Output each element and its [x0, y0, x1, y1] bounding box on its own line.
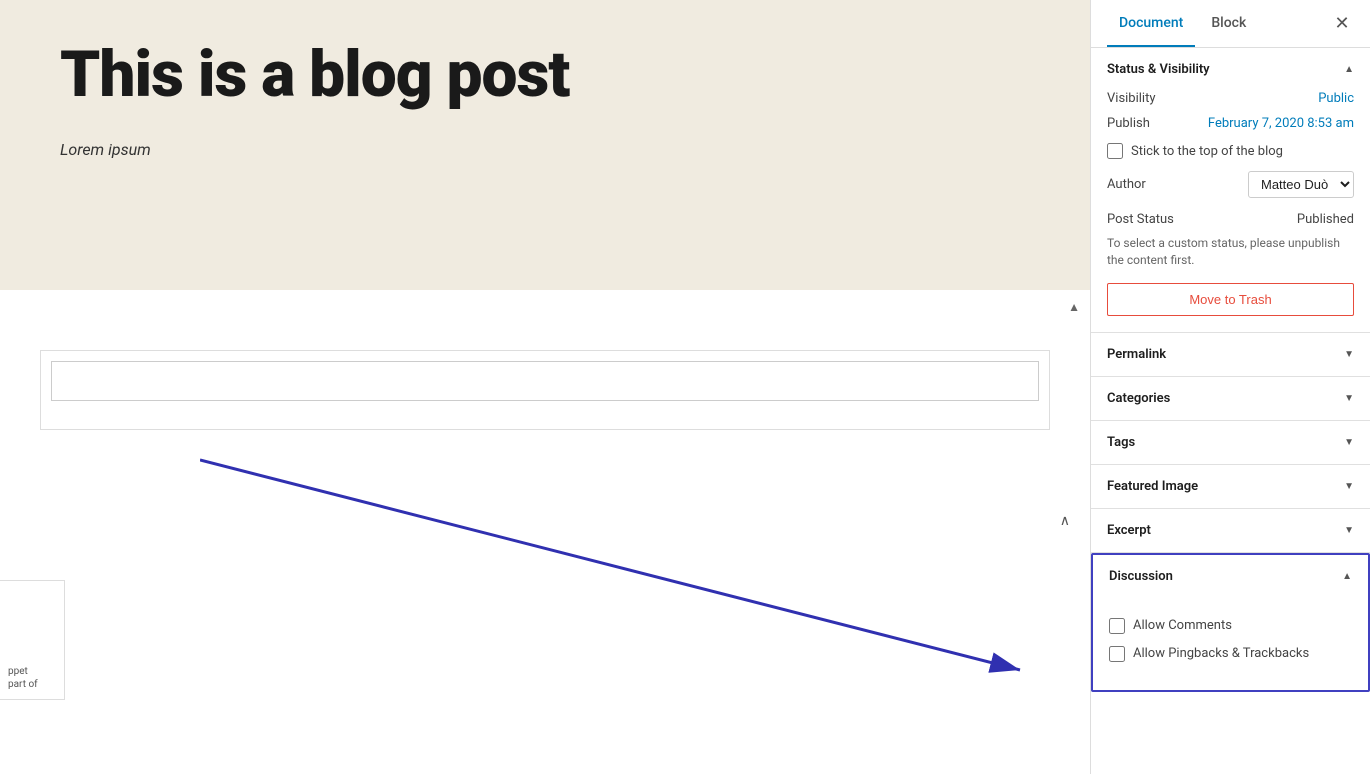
categories-section: Categories ▼: [1091, 377, 1370, 421]
publish-row: Publish February 7, 2020 8:53 am: [1107, 116, 1354, 131]
publish-label: Publish: [1107, 116, 1150, 131]
move-to-trash-button[interactable]: Move to Trash: [1107, 283, 1354, 316]
tags-section: Tags ▼: [1091, 421, 1370, 465]
excerpt-title: Excerpt: [1107, 523, 1151, 538]
status-visibility-content: Visibility Public Publish February 7, 20…: [1091, 91, 1370, 332]
allow-pingbacks-row: Allow Pingbacks & Trackbacks: [1109, 646, 1352, 662]
categories-title: Categories: [1107, 391, 1170, 406]
sidebar-stub: ppet part of: [0, 580, 65, 700]
featured-image-title: Featured Image: [1107, 479, 1198, 494]
stick-to-top-row: Stick to the top of the blog: [1107, 143, 1354, 159]
panel-tabs: Document Block ✕: [1091, 0, 1370, 48]
status-visibility-header[interactable]: Status & Visibility ▲: [1091, 48, 1370, 91]
collapse-arrow-top-icon[interactable]: ▲: [1068, 300, 1080, 314]
permalink-header[interactable]: Permalink ▼: [1091, 333, 1370, 376]
status-visibility-chevron-icon: ▲: [1344, 64, 1354, 75]
featured-image-header[interactable]: Featured Image ▼: [1091, 465, 1370, 508]
content-block-inner: [51, 361, 1039, 401]
permalink-chevron-icon: ▼: [1344, 349, 1354, 360]
lorem-ipsum-text: Lorem ipsum: [60, 140, 1030, 159]
excerpt-section: Excerpt ▼: [1091, 509, 1370, 553]
publish-value[interactable]: February 7, 2020 8:53 am: [1208, 116, 1354, 131]
collapse-chevron-icon[interactable]: ∧: [1060, 510, 1070, 529]
discussion-chevron-icon: ▲: [1342, 571, 1352, 582]
allow-comments-label: Allow Comments: [1133, 618, 1232, 633]
categories-chevron-icon: ▼: [1344, 393, 1354, 404]
featured-image-chevron-icon: ▼: [1344, 481, 1354, 492]
settings-panel: Document Block ✕ Status & Visibility ▲ V…: [1090, 0, 1370, 774]
visibility-row: Visibility Public: [1107, 91, 1354, 106]
tab-block[interactable]: Block: [1199, 1, 1258, 47]
author-row: Author Matteo Duò: [1107, 171, 1354, 198]
allow-comments-row: Allow Comments: [1109, 618, 1352, 634]
excerpt-chevron-icon: ▼: [1344, 525, 1354, 536]
author-select[interactable]: Matteo Duò: [1248, 171, 1354, 198]
status-hint: To select a custom status, please unpubl…: [1107, 235, 1354, 269]
visibility-label: Visibility: [1107, 91, 1156, 106]
post-status-label: Post Status: [1107, 212, 1174, 227]
tags-chevron-icon: ▼: [1344, 437, 1354, 448]
permalink-title: Permalink: [1107, 347, 1166, 362]
author-label: Author: [1107, 177, 1146, 192]
excerpt-header[interactable]: Excerpt ▼: [1091, 509, 1370, 552]
content-block: [40, 350, 1050, 430]
allow-pingbacks-checkbox[interactable]: [1109, 646, 1125, 662]
discussion-header[interactable]: Discussion ▲: [1093, 555, 1368, 598]
stick-to-top-label: Stick to the top of the blog: [1131, 144, 1283, 159]
tab-document[interactable]: Document: [1107, 1, 1195, 47]
permalink-section: Permalink ▼: [1091, 333, 1370, 377]
tags-header[interactable]: Tags ▼: [1091, 421, 1370, 464]
post-status-value: Published: [1297, 212, 1354, 227]
close-button[interactable]: ✕: [1330, 12, 1354, 36]
discussion-content: Allow Comments Allow Pingbacks & Trackba…: [1093, 598, 1368, 690]
status-visibility-section: Status & Visibility ▲ Visibility Public …: [1091, 48, 1370, 333]
categories-header[interactable]: Categories ▼: [1091, 377, 1370, 420]
stick-to-top-checkbox[interactable]: [1107, 143, 1123, 159]
allow-pingbacks-label: Allow Pingbacks & Trackbacks: [1133, 646, 1309, 661]
allow-comments-checkbox[interactable]: [1109, 618, 1125, 634]
status-visibility-title: Status & Visibility: [1107, 62, 1210, 77]
sidebar-stub-text-1: ppet: [8, 665, 56, 678]
visibility-value[interactable]: Public: [1318, 91, 1354, 106]
featured-image-section: Featured Image ▼: [1091, 465, 1370, 509]
post-status-row: Post Status Published: [1107, 212, 1354, 227]
blog-post-title: This is a blog post: [60, 40, 1030, 110]
discussion-section: Discussion ▲ Allow Comments Allow Pingba…: [1091, 553, 1370, 692]
sidebar-stub-text-2: part of: [8, 678, 56, 691]
discussion-title: Discussion: [1109, 569, 1173, 584]
tags-title: Tags: [1107, 435, 1135, 450]
